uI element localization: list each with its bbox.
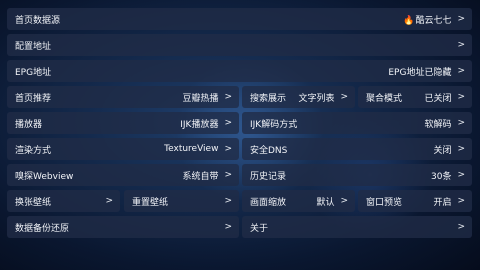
chevron-right-icon: > — [457, 66, 465, 76]
screen-scale-label: 画面缩放 — [250, 197, 287, 208]
player-label: 播放器 — [15, 119, 43, 130]
secure-dns-label: 安全DNS — [250, 145, 288, 156]
settings-row-7: 嗅探Webview 系统自带 > 历史记录 30条 > — [7, 164, 472, 186]
player-item[interactable]: 播放器 IJK播放器 > — [7, 112, 239, 134]
epg-url-item[interactable]: EPG地址 EPG地址已隐藏 > — [7, 60, 472, 82]
chevron-right-icon: > — [457, 170, 465, 180]
render-mode-item[interactable]: 渲染方式 TextureView > — [7, 138, 239, 160]
change-wallpaper-item[interactable]: 换张壁纸 > — [7, 190, 120, 212]
chevron-right-icon: > — [224, 144, 232, 154]
settings-row-5: 播放器 IJK播放器 > IJK解码方式 软解码 > — [7, 112, 472, 134]
settings-row-8: 换张壁纸 > 重置壁纸 > 画面缩放 默认 > 窗口预览 开启 > — [7, 190, 472, 212]
home-source-value: 酷云七七 — [415, 15, 452, 26]
sniff-webview-item[interactable]: 嗅探Webview 系统自带 > — [7, 164, 239, 186]
fire-icon: 🔥 — [403, 15, 415, 26]
chevron-right-icon: > — [457, 118, 465, 128]
config-url-label: 配置地址 — [15, 41, 52, 52]
home-source-label: 首页数据源 — [15, 15, 61, 26]
settings-row-4: 首页推荐 豆瓣热播 > 搜索展示 文字列表 > 聚合模式 已关闭 > — [7, 86, 472, 108]
sniff-webview-value: 系统自带 — [182, 171, 219, 182]
sniff-webview-label: 嗅探Webview — [15, 171, 74, 182]
reset-wallpaper-item[interactable]: 重置壁纸 > — [124, 190, 239, 212]
window-preview-item[interactable]: 窗口预览 开启 > — [358, 190, 472, 212]
window-preview-label: 窗口预览 — [366, 197, 403, 208]
settings-row-6: 渲染方式 TextureView > 安全DNS 关闭 > — [7, 138, 472, 160]
chevron-right-icon: > — [457, 40, 465, 50]
aggregate-mode-label: 聚合模式 — [366, 93, 403, 104]
home-recommend-item[interactable]: 首页推荐 豆瓣热播 > — [7, 86, 239, 108]
home-source-item[interactable]: 首页数据源 🔥酷云七七 > — [7, 8, 472, 30]
aggregate-mode-value: 已关闭 — [424, 93, 452, 104]
aggregate-mode-item[interactable]: 聚合模式 已关闭 > — [358, 86, 472, 108]
ijk-decode-label: IJK解码方式 — [250, 119, 298, 130]
settings-row-9: 数据备份还原 > 关于 > — [7, 216, 472, 238]
chevron-right-icon: > — [340, 196, 348, 206]
chevron-right-icon: > — [224, 170, 232, 180]
render-mode-label: 渲染方式 — [15, 145, 52, 156]
chevron-right-icon: > — [340, 92, 348, 102]
chevron-right-icon: > — [105, 196, 113, 206]
window-preview-value: 开启 — [433, 197, 452, 208]
home-recommend-label: 首页推荐 — [15, 93, 52, 104]
history-item[interactable]: 历史记录 30条 > — [242, 164, 472, 186]
screen-scale-item[interactable]: 画面缩放 默认 > — [242, 190, 355, 212]
backup-restore-item[interactable]: 数据备份还原 > — [7, 216, 239, 238]
chevron-right-icon: > — [457, 222, 465, 232]
history-value: 30条 — [431, 171, 452, 182]
about-item[interactable]: 关于 > — [242, 216, 472, 238]
chevron-right-icon: > — [457, 196, 465, 206]
about-label: 关于 — [250, 223, 269, 234]
chevron-right-icon: > — [224, 196, 232, 206]
history-label: 历史记录 — [250, 171, 287, 182]
settings-row-home-source: 首页数据源 🔥酷云七七 > — [7, 8, 472, 30]
player-value: IJK播放器 — [180, 119, 219, 130]
chevron-right-icon: > — [457, 14, 465, 24]
change-wallpaper-label: 换张壁纸 — [15, 197, 52, 208]
ijk-decode-item[interactable]: IJK解码方式 软解码 > — [242, 112, 472, 134]
chevron-right-icon: > — [224, 92, 232, 102]
epg-url-label: EPG地址 — [15, 67, 52, 78]
search-display-value: 文字列表 — [298, 93, 335, 104]
epg-url-value: EPG地址已隐藏 — [388, 67, 452, 78]
chevron-right-icon: > — [224, 118, 232, 128]
secure-dns-item[interactable]: 安全DNS 关闭 > — [242, 138, 472, 160]
home-recommend-value: 豆瓣热播 — [182, 93, 219, 104]
config-url-item[interactable]: 配置地址 > — [7, 34, 472, 56]
search-display-label: 搜索展示 — [250, 93, 287, 104]
chevron-right-icon: > — [457, 144, 465, 154]
chevron-right-icon: > — [457, 92, 465, 102]
chevron-right-icon: > — [224, 222, 232, 232]
search-display-item[interactable]: 搜索展示 文字列表 > — [242, 86, 355, 108]
backup-restore-label: 数据备份还原 — [15, 223, 70, 234]
secure-dns-value: 关闭 — [433, 145, 452, 156]
render-mode-value: TextureView — [164, 144, 219, 154]
ijk-decode-value: 软解码 — [424, 119, 452, 130]
screen-scale-value: 默认 — [316, 197, 335, 208]
settings-row-epg-url: EPG地址 EPG地址已隐藏 > — [7, 60, 472, 82]
reset-wallpaper-label: 重置壁纸 — [132, 197, 169, 208]
settings-row-config-url: 配置地址 > — [7, 34, 472, 56]
